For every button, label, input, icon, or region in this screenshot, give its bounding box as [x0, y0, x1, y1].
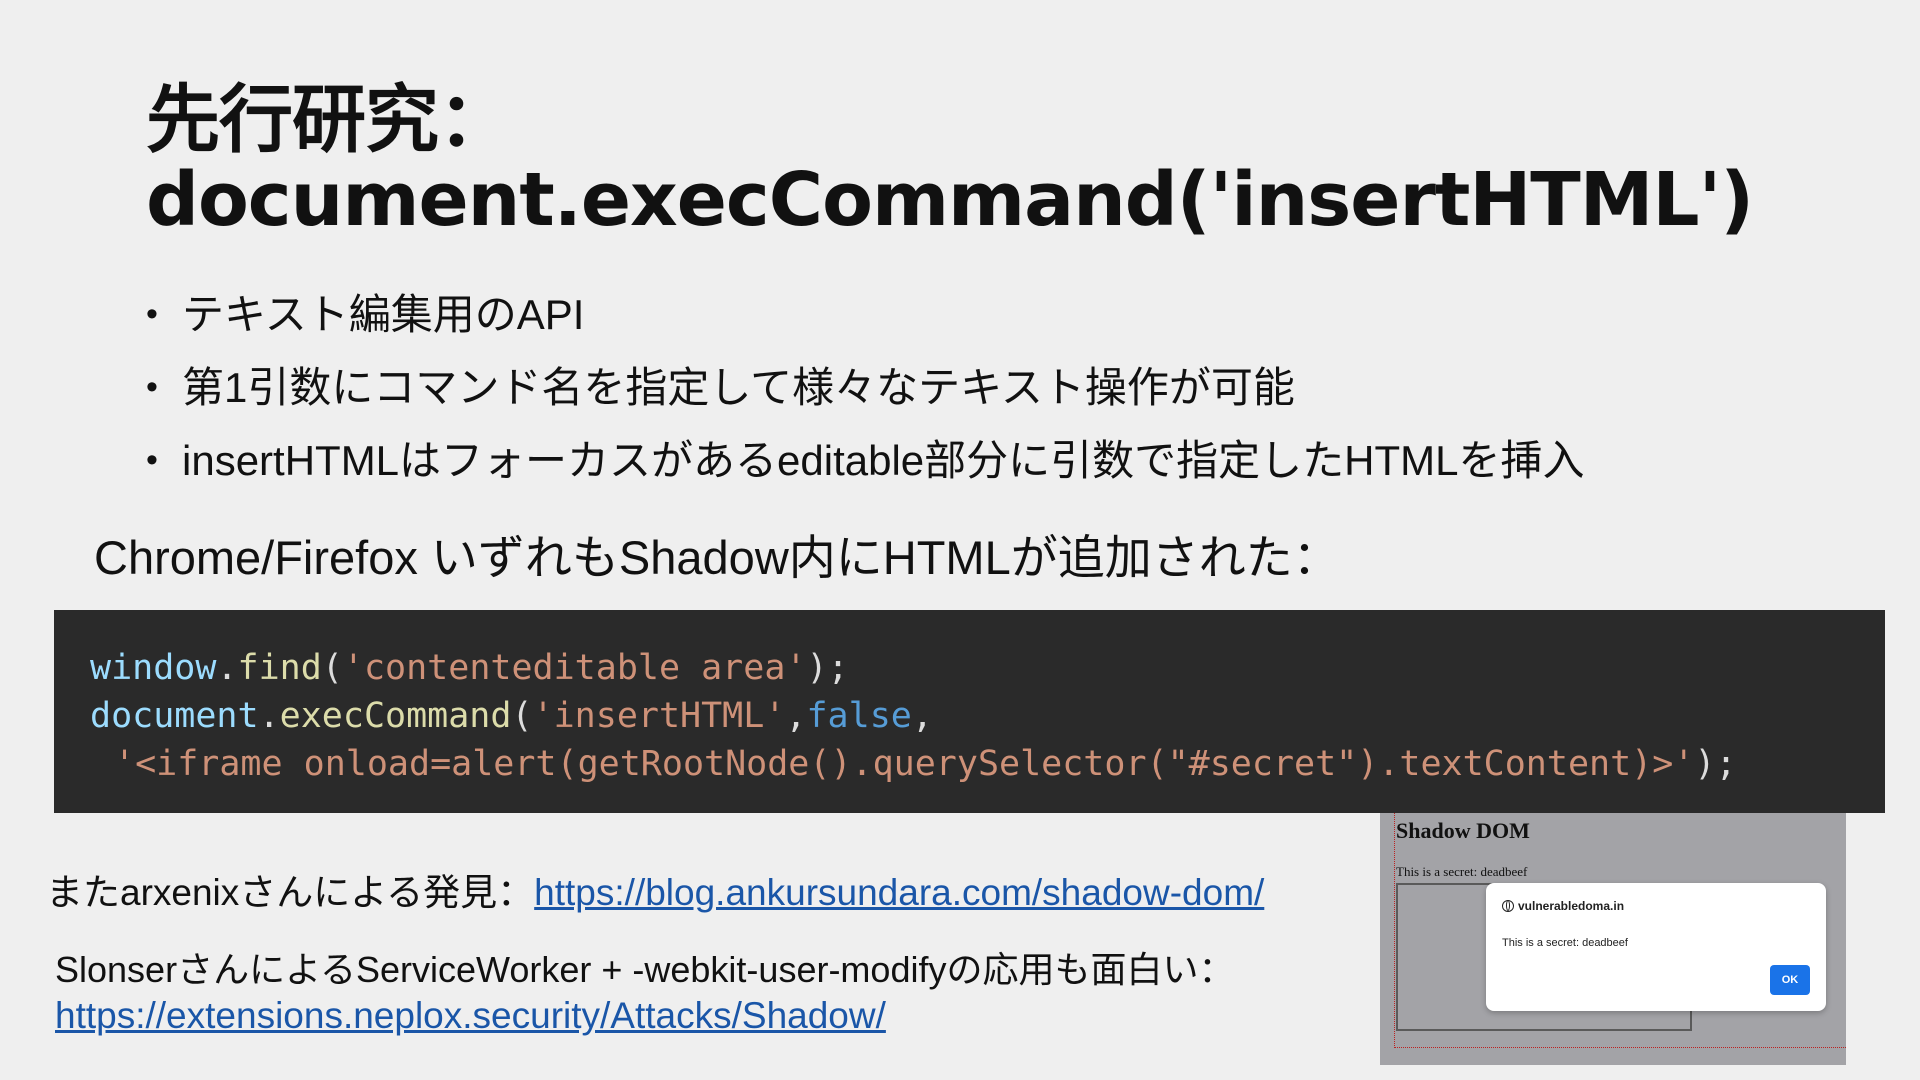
code-token: .: [216, 648, 238, 688]
bullet-item: • insertHTMLはフォーカスがあるeditable部分に引数で指定したHT…: [146, 424, 1585, 497]
alert-origin: vulnerabledoma.in: [1502, 899, 1624, 913]
code-token: );: [806, 648, 849, 688]
section-subheading: Chrome/Firefox いずれもShadow内にHTMLが追加された：: [94, 531, 1340, 584]
bullet-dot-icon: •: [146, 295, 158, 333]
code-token: find: [237, 648, 322, 688]
slide-title: 先行研究： document.execCommand('insertHTML'): [146, 77, 1754, 243]
bullet-item: • テキスト編集用のAPI: [146, 278, 1585, 351]
ankursundara-link[interactable]: https://blog.ankursundara.com/shadow-dom…: [534, 872, 1264, 913]
code-block: window.find('contenteditable area'); doc…: [54, 610, 1885, 813]
code-token: );: [1694, 744, 1737, 784]
code-token: ,: [911, 696, 933, 736]
code-token: 'insertHTML': [532, 696, 786, 736]
code-token: (: [511, 696, 533, 736]
bullet-text: テキスト編集用のAPI: [182, 291, 585, 338]
bullet-text: 第1引数にコマンド名を指定して様々なテキスト操作が可能: [182, 364, 1295, 411]
code-token: .: [258, 696, 280, 736]
bullet-dot-icon: •: [146, 368, 158, 406]
globe-icon: [1502, 900, 1514, 912]
slide-title-line2: document.execCommand('insertHTML'): [146, 157, 1754, 243]
bullet-item: • 第1引数にコマンド名を指定して様々なテキスト操作が可能: [146, 351, 1585, 424]
code-token: window: [90, 648, 217, 688]
screenshot-heading: Shadow DOM: [1396, 818, 1530, 843]
code-token: execCommand: [279, 696, 512, 736]
slonser-note: SlonserさんによるServiceWorker + -webkit-user…: [55, 947, 1234, 1039]
bullet-list: • テキスト編集用のAPI • 第1引数にコマンド名を指定して様々なテキスト操作が可…: [146, 278, 1585, 497]
alert-origin-text: vulnerabledoma.in: [1518, 899, 1625, 913]
alert-demo-screenshot: Shadow DOM This is a secret: deadbeef vu…: [1380, 813, 1846, 1065]
code-token: '<iframe onload=alert(getRootNode().quer…: [114, 744, 1695, 784]
code-token: document: [90, 696, 259, 736]
code-token: ,: [785, 696, 807, 736]
slide-title-line1: 先行研究：: [146, 77, 512, 163]
code-token: false: [806, 696, 912, 736]
arxenix-discovery-line: またarxenixさんによる発見：https://blog.ankursunda…: [46, 868, 1264, 918]
alert-dialog: vulnerabledoma.in This is a secret: dead…: [1486, 883, 1826, 1011]
slonser-text: SlonserさんによるServiceWorker + -webkit-user…: [55, 949, 1235, 990]
alert-ok-button: OK: [1770, 965, 1810, 995]
code-token: (: [321, 648, 343, 688]
bullet-dot-icon: •: [146, 441, 158, 479]
neplox-link[interactable]: https://extensions.neplox.security/Attac…: [55, 995, 886, 1036]
bullet-text: insertHTMLはフォーカスがあるeditable部分に引数で指定したHTM…: [182, 437, 1585, 484]
alert-message: This is a secret: deadbeef: [1502, 937, 1628, 949]
screenshot-secret-text: This is a secret: deadbeef: [1396, 864, 1528, 879]
code-token: 'contenteditable area': [342, 648, 807, 688]
arxenix-discovery-text: またarxenixさんによる発見：: [46, 872, 535, 913]
